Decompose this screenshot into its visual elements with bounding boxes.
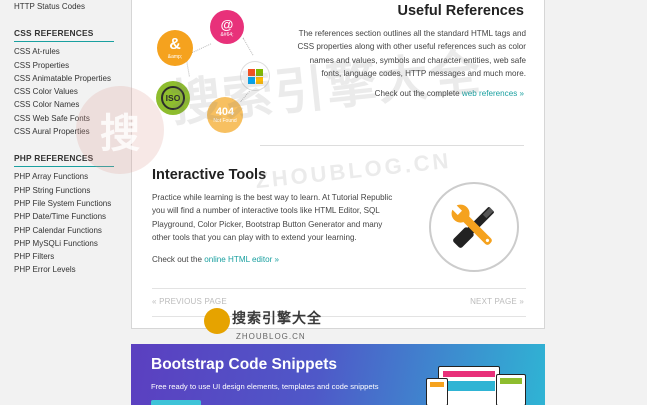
sidebar-item-css-animatable-properties[interactable]: CSS Animatable Properties [14, 72, 130, 85]
sidebar-heading-php: PHP REFERENCES [14, 138, 114, 168]
useful-references-description: The references section outlines all the … [297, 29, 526, 78]
sidebar: HTTP Status Codes CSS REFERENCES CSS At-… [0, 0, 130, 405]
interactive-tools-title: Interactive Tools [152, 167, 267, 183]
connector-line [242, 37, 254, 56]
connector-line [190, 43, 212, 54]
sidebar-item-php-string-functions[interactable]: PHP String Functions [14, 184, 130, 197]
main-content: & &amp; @ &#64; ISO 404 Not Found Useful… [131, 0, 545, 329]
ampersand-glyph: & [169, 36, 181, 53]
online-html-editor-link[interactable]: online HTML editor » [204, 255, 279, 264]
sidebar-item-css-at-rules[interactable]: CSS At-rules [14, 45, 130, 58]
next-page-button[interactable]: NEXT PAGE » [470, 297, 524, 306]
banner-title: Bootstrap Code Snippets [151, 356, 338, 373]
at-entity-label: &#64; [220, 31, 234, 38]
useful-references-cta: Check out the complete web references » [375, 89, 524, 98]
sidebar-item-php-filters[interactable]: PHP Filters [14, 250, 130, 263]
sidebar-item-php-date-time-functions[interactable]: PHP Date/Time Functions [14, 210, 130, 223]
sidebar-item-css-properties[interactable]: CSS Properties [14, 59, 130, 72]
sidebar-item-php-mysqli-functions[interactable]: PHP MySQLi Functions [14, 237, 130, 250]
sidebar-heading-css: CSS REFERENCES [14, 13, 114, 43]
windows-logo-icon [240, 61, 270, 91]
section-divider [260, 145, 524, 146]
watermark-badge: 搜索引擎大全 ZHOUBLOG.CN [200, 304, 321, 348]
404-sublabel: Not Found [213, 118, 237, 124]
ampersand-badge-icon: & &amp; [157, 30, 193, 66]
web-references-link[interactable]: web references » [462, 89, 524, 98]
connector-line [240, 90, 250, 103]
connector-line [186, 60, 190, 77]
sidebar-item-css-web-safe-fonts[interactable]: CSS Web Safe Fonts [14, 112, 130, 125]
interactive-tools-description: Practice while learning is the best way … [152, 193, 393, 242]
sidebar-item-php-calendar-functions[interactable]: PHP Calendar Functions [14, 224, 130, 237]
pager-top-border [152, 288, 526, 289]
useful-references-title: Useful References [397, 3, 524, 19]
watermark-badge-domain: ZHOUBLOG.CN [236, 332, 306, 341]
404-label: 404 [215, 106, 235, 118]
useful-cta-prefix: Check out the complete [374, 89, 462, 98]
at-glyph: @ [220, 16, 234, 32]
interactive-cta-prefix: Check out the [152, 255, 205, 264]
at-badge-icon: @ &#64; [210, 10, 244, 44]
banner-subtitle: Free ready to use UI design elements, te… [151, 382, 379, 391]
sidebar-item-php-error-levels[interactable]: PHP Error Levels [14, 263, 130, 276]
references-illustration: & &amp; @ &#64; ISO 404 Not Found [150, 6, 285, 133]
sidebar-item-css-color-values[interactable]: CSS Color Values [14, 85, 130, 98]
ampersand-entity-label: &amp; [167, 54, 183, 60]
iso-label: ISO [161, 86, 185, 110]
sidebar-item-css-color-names[interactable]: CSS Color Names [14, 98, 130, 111]
interactive-tools-cta: Check out the online HTML editor » [152, 255, 279, 264]
watermark-badge-text: 搜索引擎大全 [232, 310, 322, 326]
sidebar-item-css-aural-properties[interactable]: CSS Aural Properties [14, 125, 130, 138]
magnifier-logo-icon [204, 308, 230, 334]
banner-cta-button[interactable] [151, 400, 201, 405]
sidebar-item-php-array-functions[interactable]: PHP Array Functions [14, 170, 130, 183]
sidebar-item-http-status-codes[interactable]: HTTP Status Codes [14, 0, 130, 13]
404-badge-icon: 404 Not Found [207, 97, 243, 133]
iso-badge-icon: ISO [156, 81, 190, 115]
sidebar-item-php-file-system-functions[interactable]: PHP File System Functions [14, 197, 130, 210]
wrench-screwdriver-icon [429, 182, 519, 272]
bootstrap-snippets-banner[interactable]: Bootstrap Code Snippets Free ready to us… [131, 344, 545, 405]
devices-illustration-icon [426, 366, 536, 405]
